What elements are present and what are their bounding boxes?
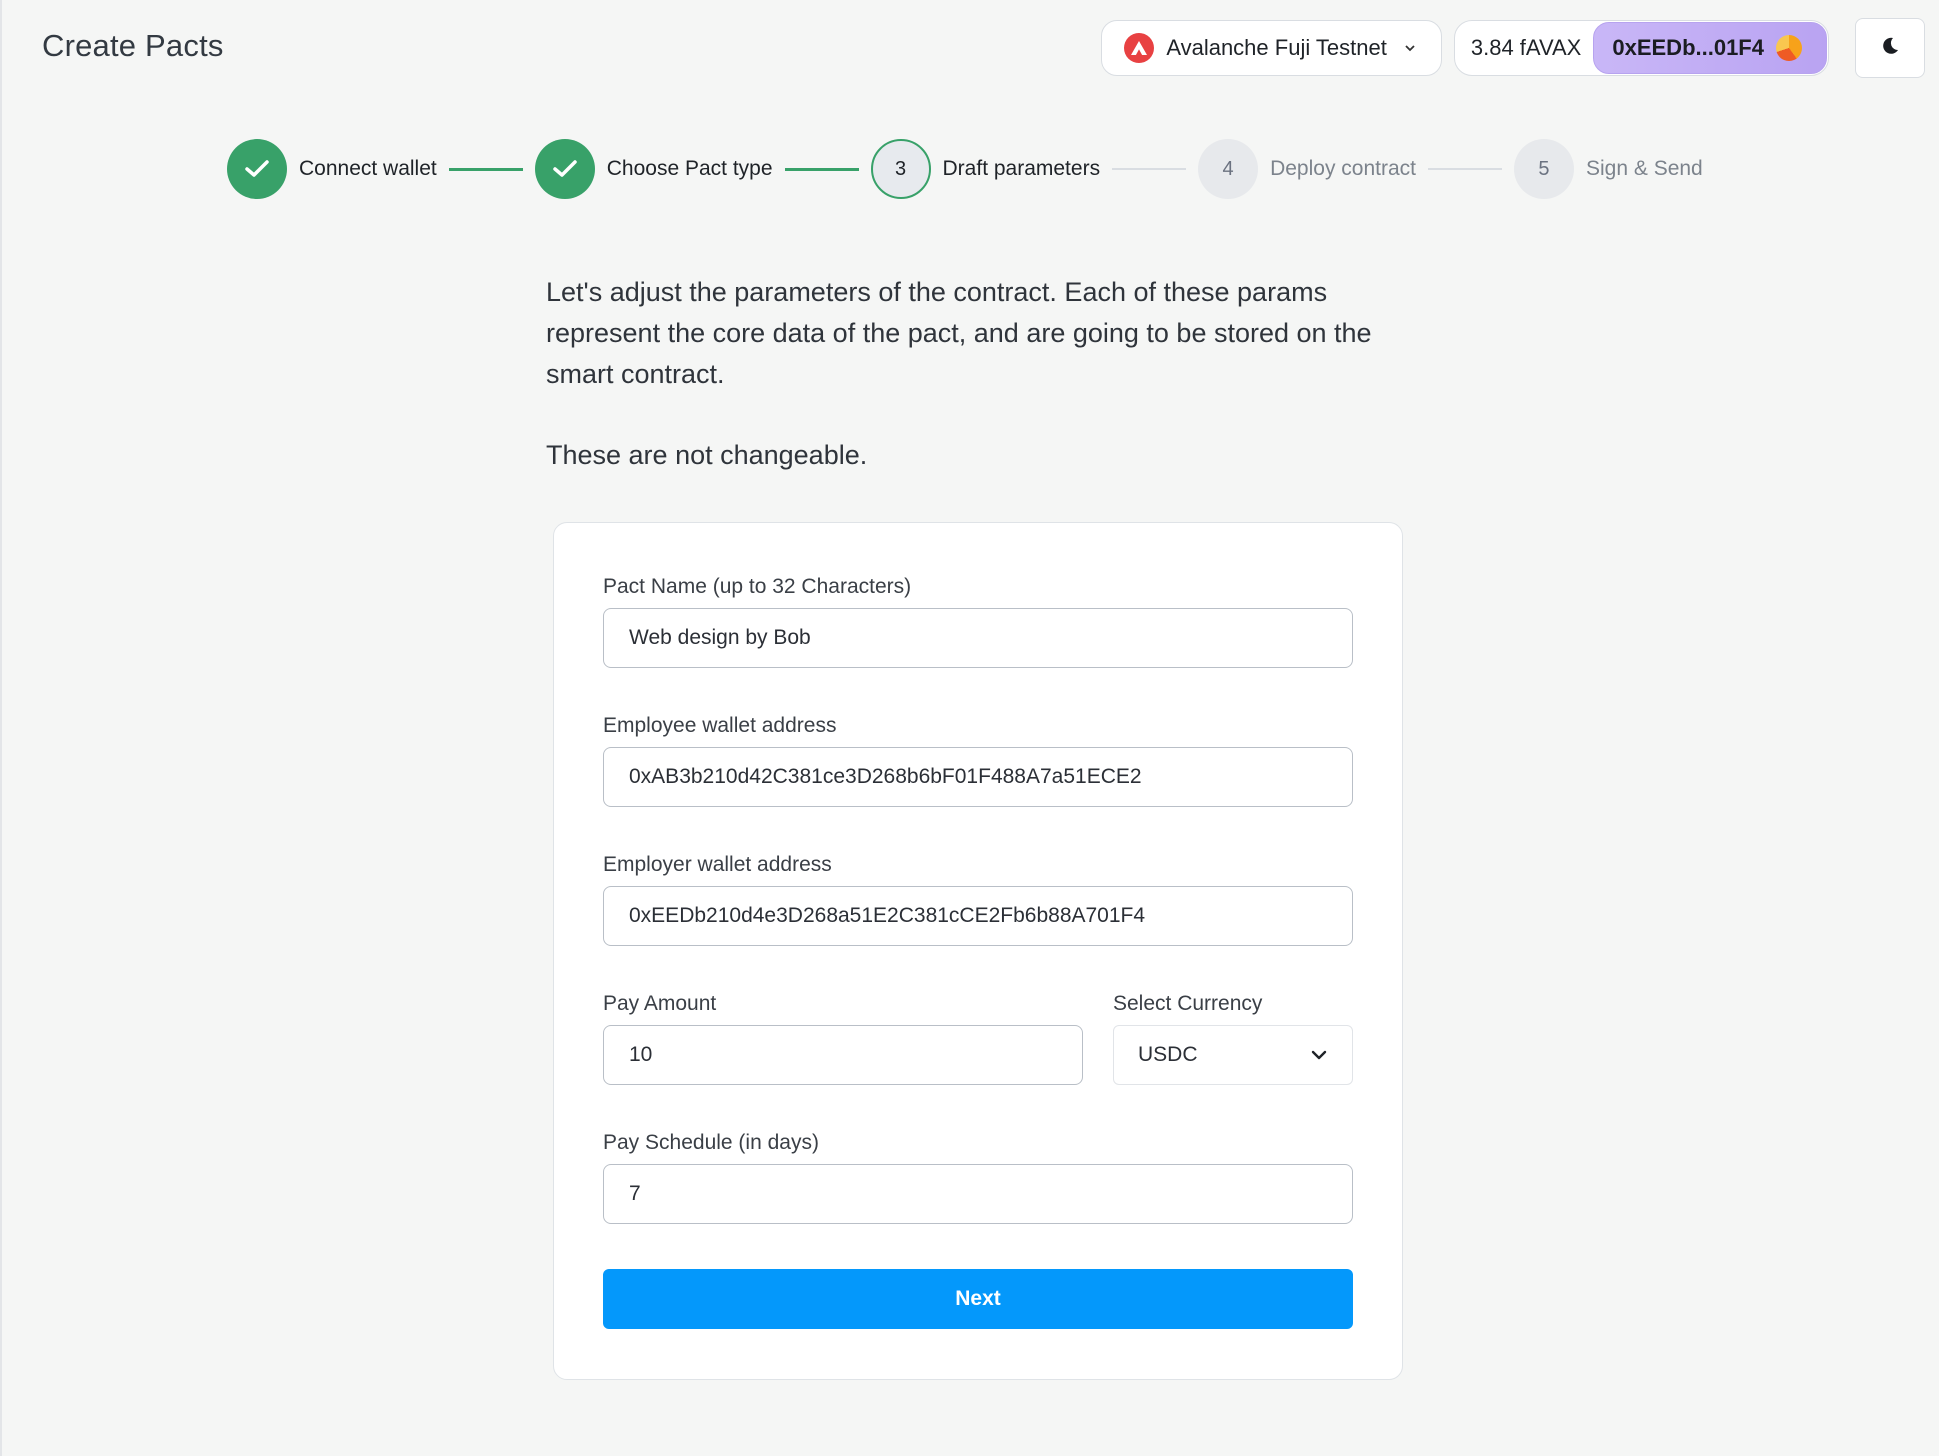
chevron-down-icon <box>1403 43 1417 53</box>
step-number: 3 <box>870 139 931 199</box>
pact-name-field: Pact Name (up to 32 Characters) Web desi… <box>603 575 1353 668</box>
page-title: Create Pacts <box>42 28 224 63</box>
field-label: Pay Amount <box>603 992 717 1015</box>
step-label: Connect wallet <box>299 157 437 180</box>
employer-wallet-input[interactable]: 0xEEDb210d4e3D268a51E2C381cCE2Fb6b88A701… <box>603 886 1353 946</box>
field-label: Pay Schedule (in days) <box>603 1131 819 1154</box>
network-selector[interactable]: Avalanche Fuji Testnet <box>1101 20 1442 76</box>
step-connector <box>1112 168 1187 170</box>
field-label: Select Currency <box>1113 992 1263 1015</box>
intro-paragraph: Let's adjust the parameters of the contr… <box>546 277 1372 389</box>
step-label: Sign & Send <box>1585 157 1703 180</box>
step-sign-send: 5 Sign & Send <box>1513 139 1703 199</box>
wallet-address-button[interactable]: 0xEEDb...01F4 <box>1593 22 1827 74</box>
moon-icon <box>1879 35 1901 62</box>
currency-value: USDC <box>1138 1043 1198 1066</box>
step-choose-pact-type: Choose Pact type <box>534 139 773 199</box>
wallet-balance: 3.84 fAVAX <box>1470 35 1582 60</box>
employer-wallet-field: Employer wallet address 0xEEDb210d4e3D26… <box>603 853 1353 946</box>
pay-amount-input[interactable]: 10 <box>603 1025 1083 1085</box>
currency-select[interactable]: USDC <box>1113 1025 1353 1085</box>
step-connector <box>784 167 859 171</box>
pay-schedule-input[interactable]: 7 <box>603 1164 1353 1224</box>
field-label: Employer wallet address <box>603 853 832 876</box>
pay-amount-field: Pay Amount 10 <box>603 992 1083 1085</box>
page: Create Pacts Avalanche Fuji Testnet 3.84… <box>0 0 1939 1456</box>
step-connect-wallet: Connect wallet <box>227 139 437 199</box>
avalanche-icon <box>1124 33 1155 63</box>
currency-field: Select Currency USDC <box>1113 992 1353 1085</box>
avatar <box>1776 35 1802 61</box>
intro-text: Let's adjust the parameters of the contr… <box>546 272 1406 476</box>
pact-name-input[interactable]: Web design by Bob <box>603 608 1353 668</box>
stepper: Connect wallet Choose Pact type 3 Draft … <box>227 139 1703 199</box>
check-icon <box>534 139 595 199</box>
pact-form-card: Pact Name (up to 32 Characters) Web desi… <box>553 522 1403 1380</box>
step-connector <box>1427 168 1502 170</box>
step-label: Deploy contract <box>1270 157 1416 180</box>
account-pill: 3.84 fAVAX 0xEEDb...01F4 <box>1453 20 1829 76</box>
step-connector <box>448 167 523 171</box>
header-actions: Avalanche Fuji Testnet 3.84 fAVAX 0xEEDb… <box>1101 18 1925 78</box>
step-draft-parameters: 3 Draft parameters <box>870 139 1101 199</box>
check-icon <box>227 139 287 199</box>
field-label: Pact Name (up to 32 Characters) <box>603 575 912 598</box>
employee-wallet-field: Employee wallet address 0xAB3b210d42C381… <box>603 714 1353 807</box>
step-number: 5 <box>1513 139 1574 199</box>
network-name: Avalanche Fuji Testnet <box>1166 35 1387 60</box>
step-label: Choose Pact type <box>606 157 773 180</box>
next-button[interactable]: Next <box>603 1269 1353 1329</box>
employee-wallet-input[interactable]: 0xAB3b210d42C381ce3D268b6bF01F488A7a51EC… <box>603 747 1353 807</box>
pay-schedule-field: Pay Schedule (in days) 7 <box>603 1131 1353 1224</box>
field-label: Employee wallet address <box>603 714 837 737</box>
theme-toggle-button[interactable] <box>1855 18 1925 78</box>
step-number: 4 <box>1198 139 1259 199</box>
wallet-address: 0xEEDb...01F4 <box>1612 35 1764 60</box>
step-label: Draft parameters <box>942 157 1101 180</box>
intro-note: These are not changeable. <box>546 440 868 470</box>
chevron-down-icon <box>1310 1043 1328 1067</box>
step-deploy-contract: 4 Deploy contract <box>1198 139 1416 199</box>
